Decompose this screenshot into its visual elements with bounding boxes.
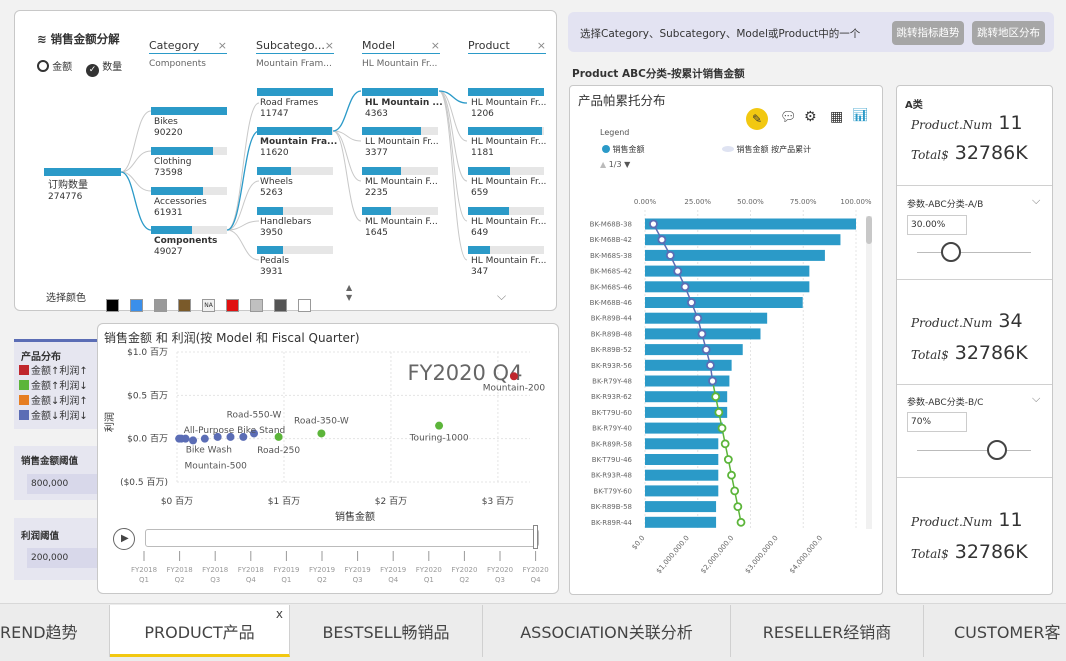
- timeline-quarter: Q3: [495, 576, 505, 584]
- tab-trend[interactable]: REND趋势: [0, 605, 110, 657]
- x-tick-label: $3 百万: [482, 496, 514, 507]
- num-label: Product.Num: [911, 118, 993, 132]
- chevron-down-icon[interactable]: ⌵: [1032, 194, 1040, 208]
- timeline-quarter: Q1: [139, 576, 149, 584]
- x-tick-label: $2 百万: [375, 496, 407, 507]
- close-tab-icon[interactable]: x: [276, 605, 283, 642]
- timeline-year: FY2018: [131, 566, 157, 574]
- timeline-year: FY2019: [273, 566, 299, 574]
- a-total-value: 32786K: [954, 142, 1028, 164]
- a-num-row: Product.Num 11: [911, 112, 1023, 134]
- point-label: Bike Wash: [186, 446, 232, 456]
- param-bc-input[interactable]: 70%: [907, 412, 967, 432]
- timeline-quarter: Q3: [353, 576, 363, 584]
- y-tick-label: $0.0 百万: [127, 434, 168, 445]
- param-bc-label: 参数-ABC分类-B/C: [907, 398, 984, 408]
- y-tick-label: ($0.5 百万): [120, 477, 168, 488]
- tab-label: ASSOCIATION关联分析: [520, 623, 693, 642]
- scatter-point: [317, 429, 326, 438]
- scatter-point: [175, 434, 184, 443]
- a-total-row: Total$ 32786K: [911, 142, 1028, 164]
- b-total-value: 32786K: [954, 342, 1028, 364]
- num-label: Product.Num: [911, 515, 993, 529]
- timeline-quarter: Q4: [388, 576, 399, 584]
- tab-association[interactable]: ASSOCIATION关联分析: [483, 605, 731, 657]
- tab-reseller[interactable]: RESELLER经销商: [731, 605, 924, 657]
- tab-label: CUSTOMER客: [954, 623, 1061, 642]
- num-label: Product.Num: [911, 316, 993, 330]
- timeline-quarter: Q3: [210, 576, 220, 584]
- timeline-quarter: Q2: [175, 576, 185, 584]
- c-total-value: 32786K: [954, 541, 1028, 563]
- tab-label: REND趋势: [0, 623, 78, 642]
- total-label: Total$: [911, 148, 949, 162]
- divider: [897, 477, 1052, 478]
- scatter-point: [509, 372, 518, 381]
- point-label: Mountain-200: [483, 383, 546, 393]
- timeline-year: FY2018: [167, 566, 193, 574]
- timeline-year: FY2019: [345, 566, 371, 574]
- point-label: Touring-1000: [409, 434, 469, 444]
- scatter-point: [213, 432, 222, 441]
- timeline-year: FY2019: [380, 566, 406, 574]
- point-label: Road-350-W: [294, 416, 349, 426]
- timeline-year: FY2018: [202, 566, 228, 574]
- x-tick-label: $0 百万: [161, 496, 193, 507]
- point-label: Road-550-W: [227, 410, 282, 420]
- b-num-value: 34: [998, 310, 1023, 332]
- abc-a-title: A类: [905, 100, 923, 111]
- divider: [897, 279, 1052, 280]
- x-tick-label: $1 百万: [268, 496, 300, 507]
- timeline-year: FY2019: [309, 566, 335, 574]
- param-ab-slider[interactable]: [917, 242, 1031, 262]
- tab-bestsell[interactable]: BESTSELL畅销品: [290, 605, 483, 657]
- timeline-year: FY2018: [238, 566, 264, 574]
- a-num-value: 11: [998, 112, 1023, 134]
- c-total-row: Total$ 32786K: [911, 541, 1028, 563]
- c-num-value: 11: [998, 509, 1023, 531]
- param-ab-input[interactable]: 30.00%: [907, 215, 967, 235]
- timeline-year: FY2020: [523, 566, 549, 574]
- timeline-quarter: Q4: [531, 576, 542, 584]
- slider-knob[interactable]: [941, 242, 962, 262]
- tab-customer[interactable]: CUSTOMER客: [924, 605, 1066, 657]
- tab-label: PRODUCT产品: [144, 623, 255, 642]
- total-label: Total$: [911, 348, 949, 362]
- timeline-year: FY2020: [416, 566, 442, 574]
- divider: [897, 384, 1052, 385]
- tab-label: RESELLER经销商: [762, 623, 892, 642]
- tab-product[interactable]: PRODUCT产品 x: [110, 605, 290, 657]
- b-num-row: Product.Num 34: [911, 310, 1023, 332]
- tab-label: BESTSELL畅销品: [322, 623, 450, 642]
- timeline-quarter: Q1: [424, 576, 434, 584]
- param-bc-slider[interactable]: [917, 440, 1031, 460]
- timeline-quarter: Q2: [459, 576, 469, 584]
- c-num-row: Product.Num 11: [911, 509, 1023, 531]
- y-tick-label: $0.5 百万: [127, 390, 168, 401]
- x-axis-label: 销售金额: [335, 510, 375, 523]
- y-tick-label: $1.0 百万: [127, 347, 168, 358]
- scatter-point: [435, 421, 444, 430]
- total-label: Total$: [911, 547, 949, 561]
- slider-knob[interactable]: [986, 440, 1007, 460]
- scatter-point: [200, 434, 209, 443]
- y-axis-label: 利润: [103, 412, 116, 432]
- timeline-year: FY2020: [451, 566, 477, 574]
- timeline-quarter: Q1: [281, 576, 291, 584]
- scatter-point: [189, 436, 198, 445]
- point-label: All-Purpose Bike Stand: [184, 426, 286, 436]
- chevron-down-icon[interactable]: ⌵: [1032, 392, 1040, 406]
- timeline-quarter: Q4: [246, 576, 257, 584]
- b-total-row: Total$ 32786K: [911, 342, 1028, 364]
- timeline-year: FY2020: [487, 566, 513, 574]
- timeline-quarter: Q2: [317, 576, 327, 584]
- play-axis-label: FY2020 Q4: [408, 361, 523, 385]
- point-label: Road-250: [257, 446, 300, 456]
- point-label: Mountain-500: [185, 462, 248, 472]
- divider: [897, 185, 1052, 186]
- abc-panel: A类 Product.Num 11 Total$ 32786K 参数-ABC分类-A…: [896, 85, 1053, 595]
- param-ab-label: 参数-ABC分类-A/B: [907, 200, 984, 210]
